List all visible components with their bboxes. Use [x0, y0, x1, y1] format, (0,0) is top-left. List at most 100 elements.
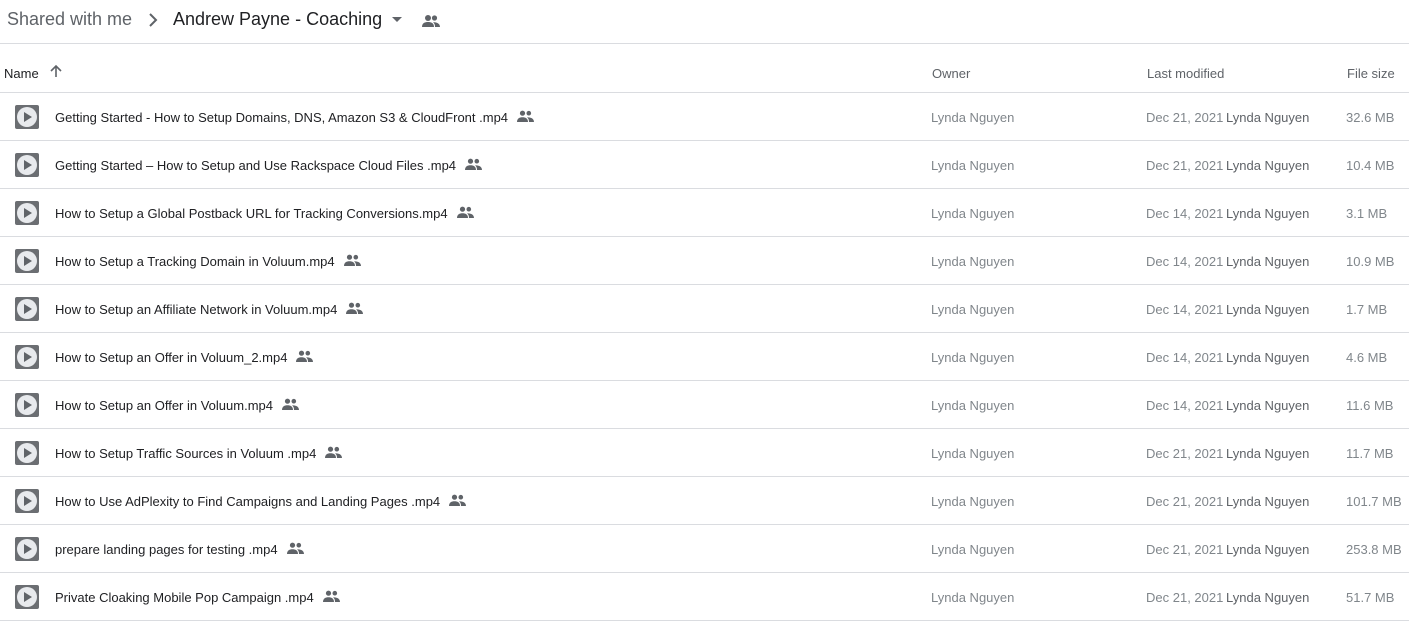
people-icon	[465, 158, 483, 170]
file-row[interactable]: Getting Started – How to Setup and Use R…	[0, 141, 1409, 189]
file-owner: Lynda Nguyen	[931, 590, 1015, 605]
video-play-icon	[15, 345, 39, 369]
video-play-icon	[15, 489, 39, 513]
file-size: 1.7 MB	[1346, 302, 1388, 317]
people-icon	[456, 206, 474, 218]
file-row[interactable]: How to Setup Traffic Sources in Voluum .…	[0, 429, 1409, 477]
file-name[interactable]: How to Setup a Global Postback URL for T…	[55, 206, 474, 221]
file-owner: Lynda Nguyen	[931, 398, 1015, 413]
file-row[interactable]: Private Cloaking Mobile Pop Campaign .mp…	[0, 573, 1409, 621]
file-modified-date: Dec 21, 2021	[1146, 542, 1224, 557]
file-name[interactable]: Private Cloaking Mobile Pop Campaign .mp…	[55, 590, 340, 605]
file-modified-date: Dec 14, 2021	[1146, 206, 1224, 221]
people-icon	[322, 590, 340, 602]
file-name[interactable]: Getting Started - How to Setup Domains, …	[55, 110, 535, 125]
file-size: 11.7 MB	[1346, 446, 1394, 461]
file-name-text: How to Setup an Offer in Voluum.mp4	[55, 398, 273, 413]
file-owner: Lynda Nguyen	[931, 110, 1015, 125]
file-size: 51.7 MB	[1346, 590, 1395, 605]
file-size: 101.7 MB	[1346, 494, 1402, 509]
video-play-icon	[15, 249, 39, 273]
file-row[interactable]: How to Setup an Offer in Voluum_2.mp4 Ly…	[0, 333, 1409, 381]
file-name-text: How to Use AdPlexity to Find Campaigns a…	[55, 494, 441, 509]
file-modified-date: Dec 14, 2021	[1146, 350, 1224, 365]
file-modified-date: Dec 21, 2021	[1146, 110, 1224, 125]
file-owner: Lynda Nguyen	[931, 302, 1015, 317]
people-icon	[296, 350, 314, 362]
file-modified-date: Dec 21, 2021	[1146, 494, 1224, 509]
file-size: 4.6 MB	[1346, 350, 1388, 365]
file-modified-date: Dec 14, 2021	[1146, 302, 1224, 317]
video-play-icon	[15, 201, 39, 225]
people-icon	[282, 398, 299, 410]
file-row[interactable]: How to Setup a Global Postback URL for T…	[0, 189, 1409, 237]
file-size: 253.8 MB	[1346, 542, 1402, 557]
video-play-icon	[15, 297, 39, 321]
file-size: 32.6 MB	[1346, 110, 1395, 125]
file-modified-by: Lynda Nguyen	[1226, 254, 1310, 269]
file-row[interactable]: How to Setup an Offer in Voluum.mp4 Lynd…	[0, 381, 1409, 429]
file-name[interactable]: How to Setup an Affiliate Network in Vol…	[55, 302, 364, 317]
file-list: Getting Started - How to Setup Domains, …	[0, 93, 1409, 621]
file-owner: Lynda Nguyen	[931, 158, 1015, 173]
file-name[interactable]: How to Setup Traffic Sources in Voluum .…	[55, 446, 343, 461]
file-name-text: prepare landing pages for testing .mp4	[55, 542, 278, 557]
people-icon	[343, 254, 361, 266]
file-list-header: Name Owner Last modified File size	[0, 44, 1409, 93]
file-row[interactable]: How to Setup an Affiliate Network in Vol…	[0, 285, 1409, 333]
people-icon	[286, 542, 304, 554]
column-header-file-size[interactable]: File size	[1347, 66, 1395, 81]
file-name[interactable]: How to Setup an Offer in Voluum.mp4	[55, 398, 299, 413]
file-name-text: How to Setup Traffic Sources in Voluum .…	[55, 446, 317, 461]
file-modified-by: Lynda Nguyen	[1226, 398, 1310, 413]
video-play-icon	[15, 105, 39, 129]
file-row[interactable]: How to Use AdPlexity to Find Campaigns a…	[0, 477, 1409, 525]
people-icon	[325, 446, 343, 458]
file-name[interactable]: Getting Started – How to Setup and Use R…	[55, 158, 483, 173]
file-owner: Lynda Nguyen	[931, 254, 1015, 269]
caret-down-icon[interactable]	[392, 17, 402, 22]
breadcrumb-shared-with-me[interactable]: Shared with me	[7, 9, 132, 30]
people-icon	[346, 302, 364, 314]
file-owner: Lynda Nguyen	[931, 350, 1015, 365]
file-modified-by: Lynda Nguyen	[1226, 542, 1310, 557]
file-name[interactable]: How to Setup a Tracking Domain in Voluum…	[55, 254, 361, 269]
file-modified-by: Lynda Nguyen	[1226, 350, 1310, 365]
file-row[interactable]: Getting Started - How to Setup Domains, …	[0, 93, 1409, 141]
file-name-text: Getting Started - How to Setup Domains, …	[55, 110, 509, 125]
file-modified-by: Lynda Nguyen	[1226, 158, 1310, 173]
file-owner: Lynda Nguyen	[931, 542, 1015, 557]
file-modified-by: Lynda Nguyen	[1226, 206, 1310, 221]
column-header-last-modified[interactable]: Last modified	[1147, 66, 1224, 81]
file-size: 3.1 MB	[1346, 206, 1388, 221]
file-name-text: How to Setup a Tracking Domain in Voluum…	[55, 254, 335, 269]
people-icon	[449, 494, 467, 506]
file-name[interactable]: How to Setup an Offer in Voluum_2.mp4	[55, 350, 314, 365]
column-header-owner[interactable]: Owner	[932, 66, 970, 81]
people-icon[interactable]	[422, 14, 440, 28]
file-modified-date: Dec 14, 2021	[1146, 254, 1224, 269]
file-modified-date: Dec 21, 2021	[1146, 158, 1224, 173]
file-row[interactable]: prepare landing pages for testing .mp4 L…	[0, 525, 1409, 573]
video-play-icon	[15, 441, 39, 465]
file-name-text: Getting Started – How to Setup and Use R…	[55, 158, 457, 173]
file-modified-by: Lynda Nguyen	[1226, 110, 1310, 125]
video-play-icon	[15, 537, 39, 561]
file-size: 11.6 MB	[1346, 398, 1394, 413]
breadcrumb-current-folder[interactable]: Andrew Payne - Coaching	[173, 9, 382, 30]
breadcrumb: Shared with me Andrew Payne - Coaching	[0, 0, 1409, 44]
file-row[interactable]: How to Setup a Tracking Domain in Voluum…	[0, 237, 1409, 285]
file-modified-date: Dec 14, 2021	[1146, 398, 1224, 413]
file-modified-date: Dec 21, 2021	[1146, 446, 1224, 461]
file-name[interactable]: prepare landing pages for testing .mp4	[55, 542, 304, 557]
column-header-name[interactable]: Name	[4, 66, 39, 81]
file-name[interactable]: How to Use AdPlexity to Find Campaigns a…	[55, 494, 467, 509]
file-modified-by: Lynda Nguyen	[1226, 590, 1310, 605]
arrow-up-icon[interactable]	[49, 64, 63, 78]
video-play-icon	[15, 393, 39, 417]
file-owner: Lynda Nguyen	[931, 494, 1015, 509]
file-name-text: How to Setup an Affiliate Network in Vol…	[55, 302, 338, 317]
file-modified-date: Dec 21, 2021	[1146, 590, 1224, 605]
file-owner: Lynda Nguyen	[931, 446, 1015, 461]
file-name-text: How to Setup an Offer in Voluum_2.mp4	[55, 350, 288, 365]
